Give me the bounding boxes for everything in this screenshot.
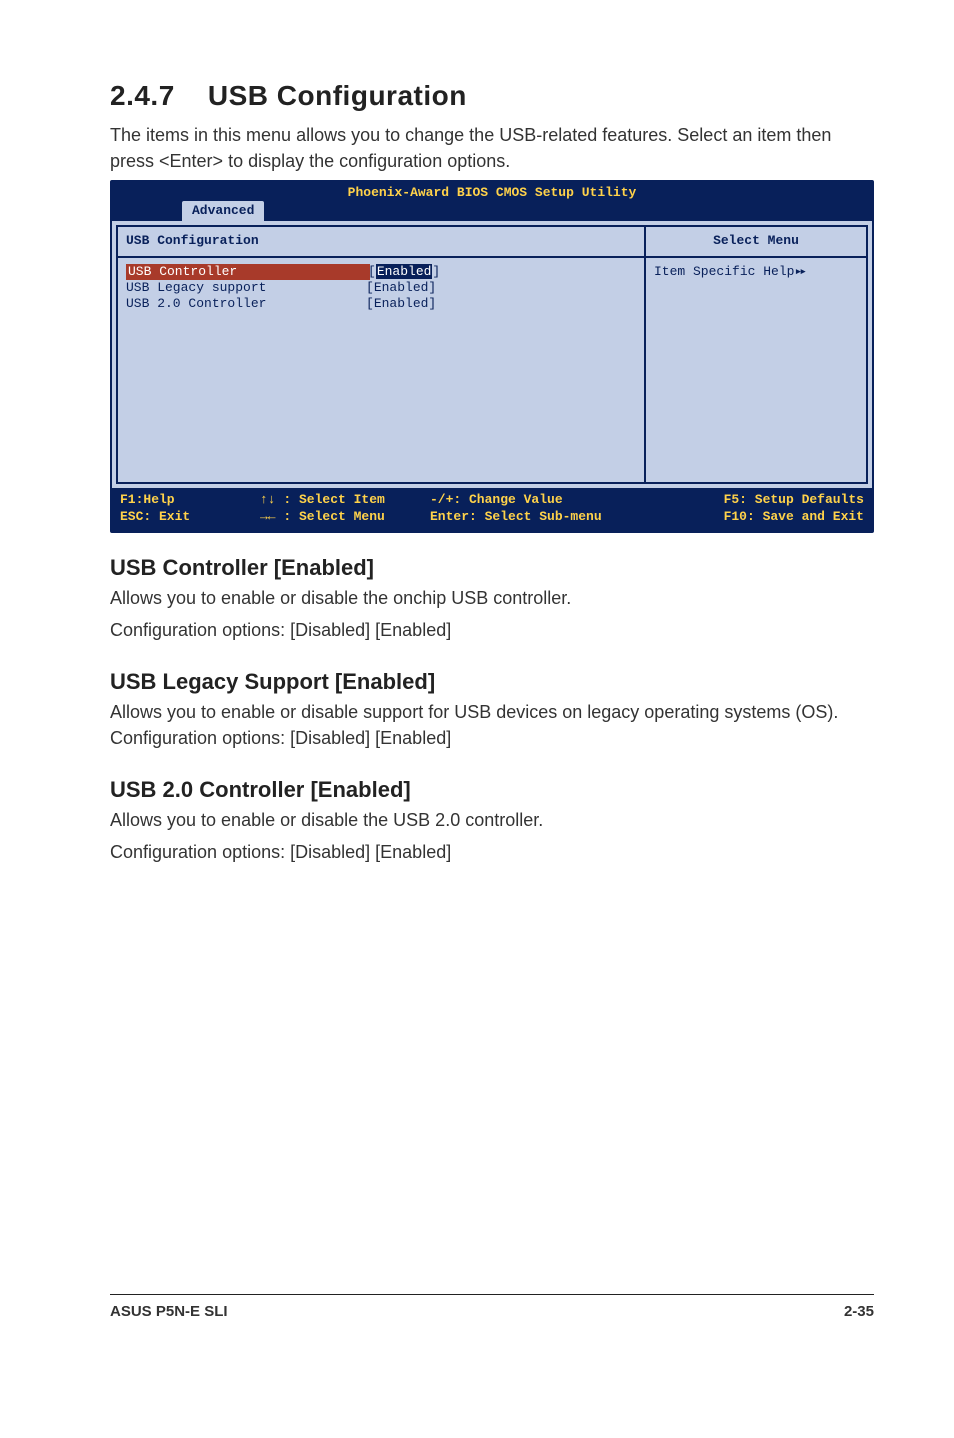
section-heading: 2.4.7 USB Configuration [110,80,874,112]
bios-screenshot: Phoenix-Award BIOS CMOS Setup Utility Ad… [110,180,874,533]
bios-utility-title: Phoenix-Award BIOS CMOS Setup Utility [112,182,872,201]
bios-footer-col1: F1:Help ESC: Exit [120,492,260,525]
body-text: Configuration options: [Disabled] [Enabl… [110,617,874,643]
bios-side-help: Item Specific Help▸▸ [646,258,866,286]
footer-page-number: 2-35 [844,1303,874,1320]
triangle-icon: ▸▸ [794,264,804,279]
bios-panel-title: USB Configuration [118,227,644,257]
section-number: 2.4.7 [110,80,175,111]
bios-row-usb-2-0[interactable]: USB 2.0 Controller [Enabled] [126,296,636,312]
subhead-usb-2-0: USB 2.0 Controller [Enabled] [110,777,874,803]
bios-footer-col4: F5: Setup Defaults F10: Save and Exit [660,492,864,525]
bios-footer-col2: ↑↓ : Select Item →← : Select Menu [260,492,430,525]
bios-tab-spacer [112,201,182,221]
body-text: Allows you to enable or disable the USB … [110,807,874,833]
footer-product: ASUS P5N-E SLI [110,1303,228,1320]
body-text: Configuration options: [Disabled] [Enabl… [110,839,874,865]
bios-tab-bar: Advanced [112,201,872,221]
bios-row-value: [Enabled] [366,280,436,296]
bios-footer-bar: F1:Help ESC: Exit ↑↓ : Select Item →← : … [112,488,872,531]
bios-row-value: [Enabled] [368,264,440,280]
bios-row-label: USB 2.0 Controller [126,296,366,312]
section-intro: The items in this menu allows you to cha… [110,122,874,174]
bios-row-label: USB Legacy support [126,280,366,296]
body-text: Allows you to enable or disable support … [110,699,874,751]
section-title: USB Configuration [208,80,467,111]
bios-row-label: USB Controller [126,264,370,280]
bios-main-panel: USB Configuration USB Controller [Enable… [116,225,646,484]
bios-row-usb-legacy[interactable]: USB Legacy support [Enabled] [126,280,636,296]
bios-side-help-text: Item Specific Help [654,264,794,279]
body-text: Allows you to enable or disable the onch… [110,585,874,611]
bios-side-title: Select Menu [646,227,866,257]
tab-advanced[interactable]: Advanced [182,201,264,221]
bios-side-panel: Select Menu Item Specific Help▸▸ [646,225,868,484]
bios-row-usb-controller[interactable]: USB Controller [Enabled] [126,264,636,280]
bios-body: USB Configuration USB Controller [Enable… [112,221,872,488]
subhead-usb-controller: USB Controller [Enabled] [110,555,874,581]
bios-row-value: [Enabled] [366,296,436,312]
bios-rows: USB Controller [Enabled] USB Legacy supp… [118,258,644,319]
page-footer: ASUS P5N-E SLI 2-35 [110,1294,874,1320]
bios-footer-col3: -/+: Change Value Enter: Select Sub-menu [430,492,660,525]
subhead-usb-legacy: USB Legacy Support [Enabled] [110,669,874,695]
